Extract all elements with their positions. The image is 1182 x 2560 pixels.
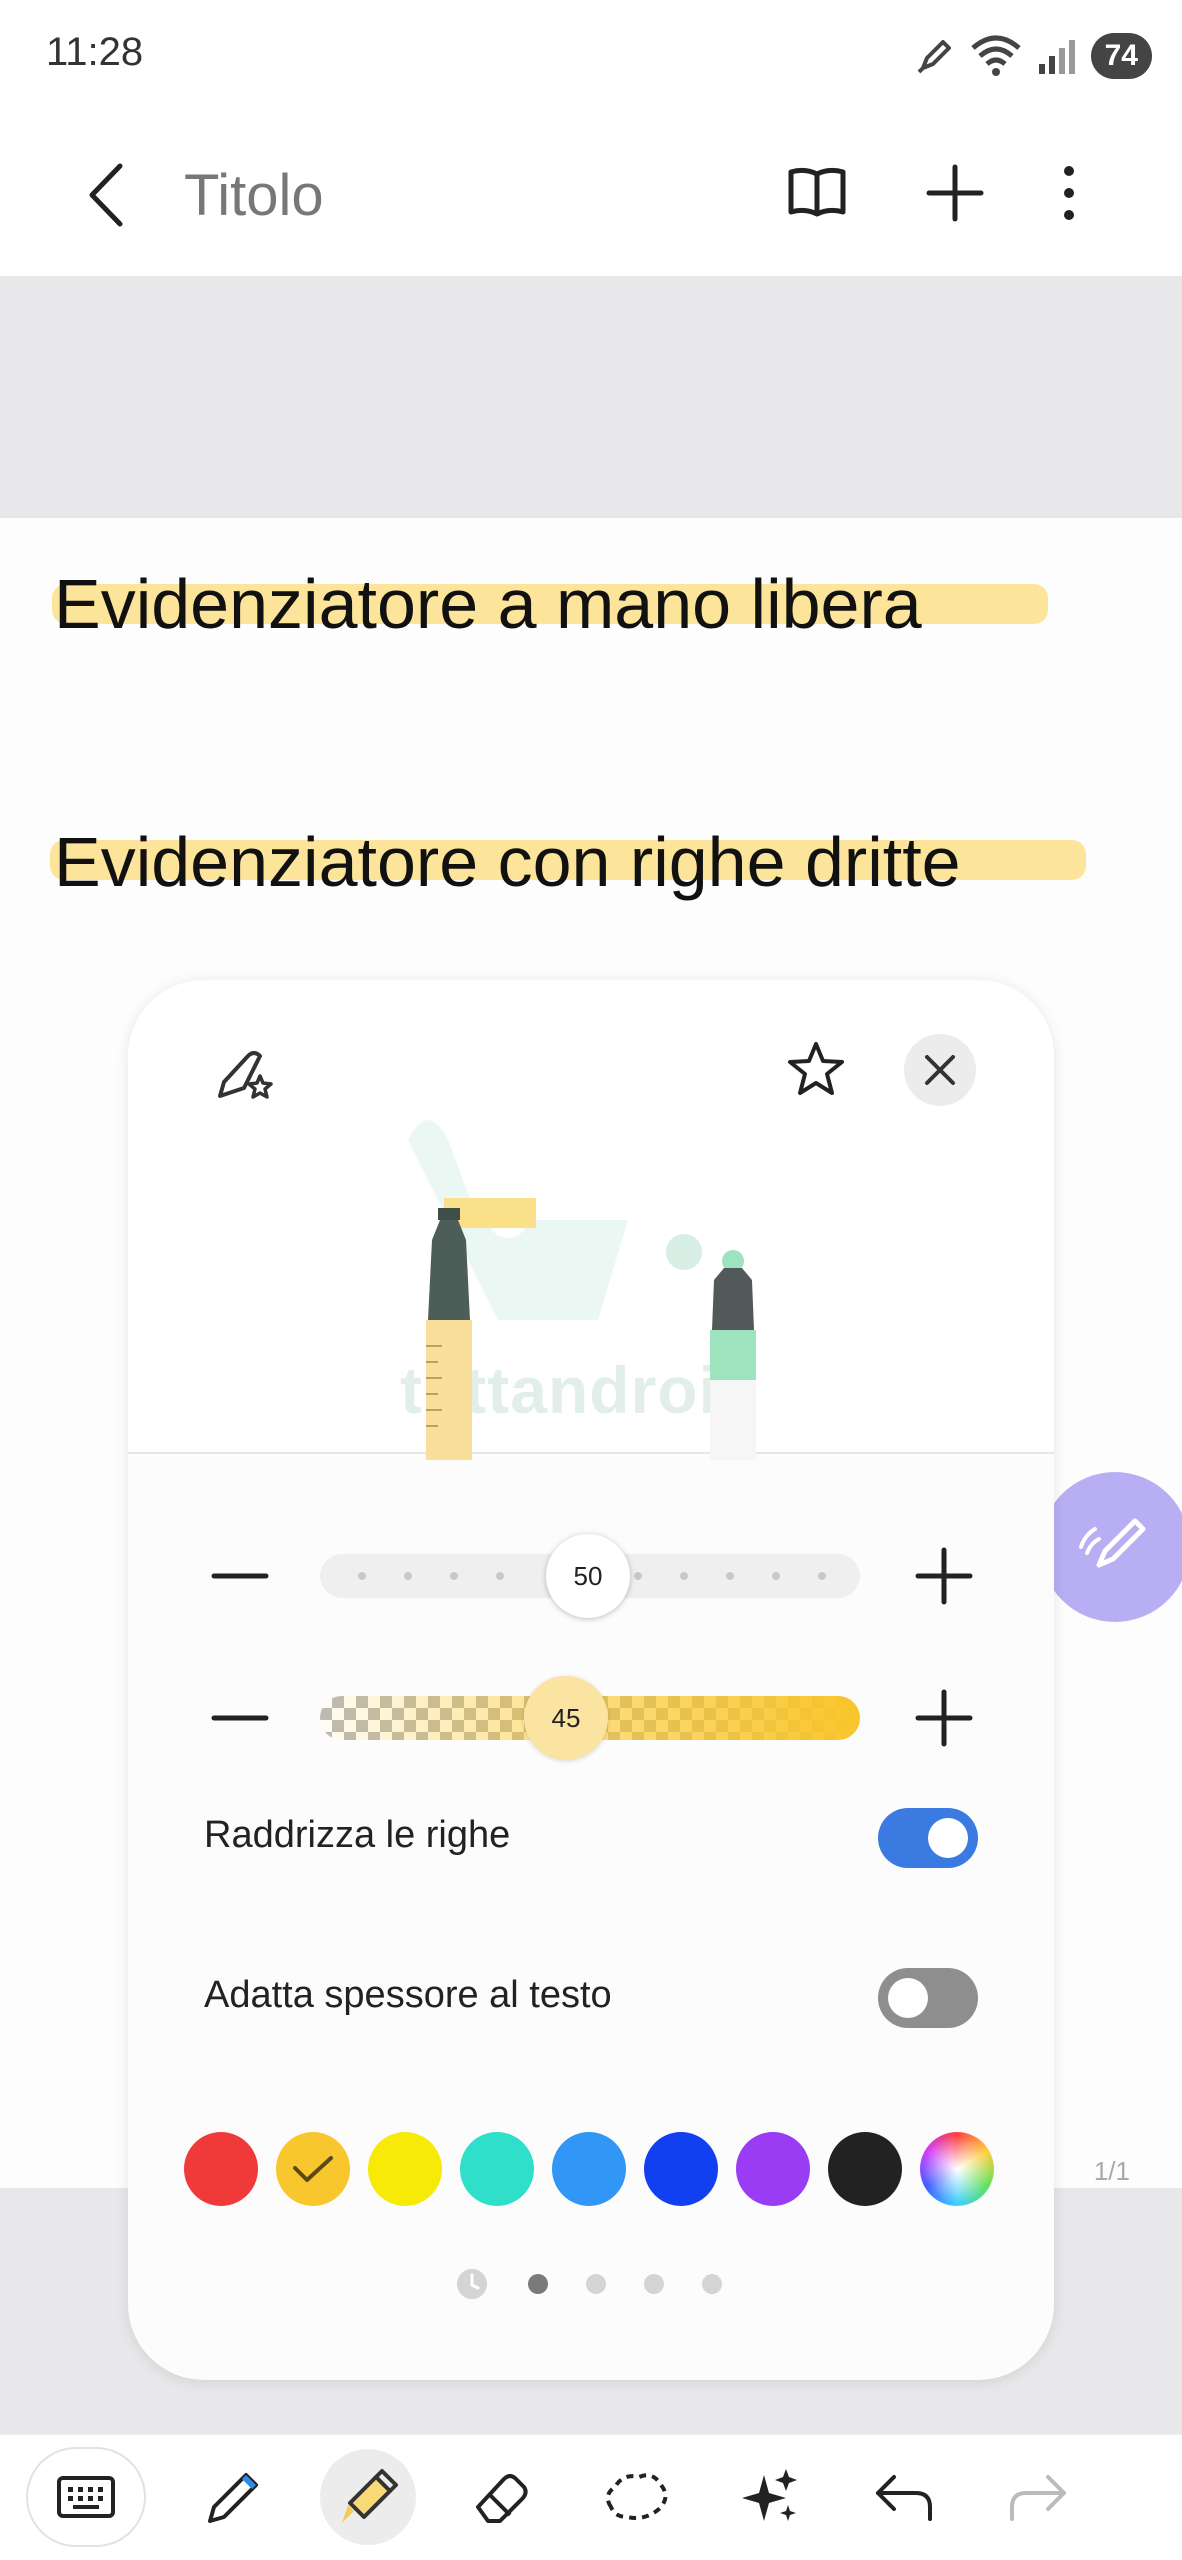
more-options-button[interactable] bbox=[1034, 158, 1104, 228]
eraser-tool-button[interactable] bbox=[454, 2449, 550, 2545]
color-swatch-purple[interactable] bbox=[736, 2132, 810, 2206]
marker-pen[interactable] bbox=[688, 1250, 778, 1460]
note-line-1: Evidenziatore a mano libera bbox=[54, 565, 922, 643]
plus-icon bbox=[926, 164, 984, 222]
undo-icon bbox=[876, 2475, 932, 2521]
fit-thickness-label: Adatta spessore al testo bbox=[204, 1974, 612, 2016]
lasso-icon bbox=[605, 2473, 668, 2520]
pen-write-icon bbox=[1079, 1518, 1146, 1568]
recent-colors-icon[interactable] bbox=[456, 2268, 488, 2300]
pen-preview-area: tuttandroid bbox=[128, 980, 1054, 1460]
note-title[interactable]: Titolo bbox=[184, 162, 324, 229]
highlighter-settings-panel: tuttandroid 50 45 Raddrizza le righe Ada… bbox=[128, 980, 1054, 2380]
battery-indicator: 74 bbox=[1090, 33, 1152, 79]
highlighter-pen[interactable] bbox=[398, 1180, 498, 1460]
slider-tick bbox=[404, 1572, 412, 1580]
straighten-lines-label: Raddrizza le righe bbox=[204, 1814, 511, 1856]
slider-tick bbox=[818, 1572, 826, 1580]
chevron-left-icon bbox=[89, 163, 123, 227]
back-button[interactable] bbox=[78, 160, 138, 230]
minus-icon bbox=[211, 1715, 269, 1721]
color-swatch-black[interactable] bbox=[828, 2132, 902, 2206]
status-bar: 11:28 74 bbox=[0, 0, 1182, 110]
opacity-decrease-button[interactable] bbox=[210, 1688, 270, 1748]
toggle-knob bbox=[888, 1978, 928, 2018]
pen-tool-button[interactable] bbox=[186, 2449, 282, 2545]
pen-icon bbox=[208, 2473, 258, 2523]
opacity-slider-row: 45 bbox=[128, 1668, 1054, 1768]
color-wheel-button[interactable] bbox=[920, 2132, 994, 2206]
toggle-knob bbox=[928, 1818, 968, 1858]
status-time: 11:28 bbox=[46, 30, 144, 74]
redo-icon bbox=[1010, 2475, 1066, 2521]
pager-dot[interactable] bbox=[702, 2274, 722, 2294]
ai-assist-button[interactable] bbox=[722, 2449, 818, 2545]
redo-button[interactable] bbox=[990, 2449, 1086, 2545]
add-button[interactable] bbox=[920, 158, 990, 228]
close-panel-button[interactable] bbox=[904, 1034, 976, 1106]
floating-pen-button[interactable] bbox=[1040, 1472, 1182, 1622]
pen-favorites-button[interactable] bbox=[208, 1036, 284, 1112]
page-indicator: 1/1 bbox=[1093, 2156, 1130, 2186]
slider-tick bbox=[496, 1572, 504, 1580]
keyboard-button[interactable] bbox=[26, 2447, 146, 2547]
note-header-band bbox=[0, 276, 1182, 518]
straighten-lines-toggle[interactable] bbox=[878, 1808, 978, 1868]
color-swatch-teal[interactable] bbox=[460, 2132, 534, 2206]
color-swatch-yellow[interactable] bbox=[368, 2132, 442, 2206]
palette-pager bbox=[128, 2268, 1054, 2300]
pager-dot-active[interactable] bbox=[528, 2274, 548, 2294]
status-icons: 74 bbox=[915, 30, 1152, 82]
color-swatch-blue[interactable] bbox=[644, 2132, 718, 2206]
close-icon bbox=[925, 1055, 955, 1085]
size-slider-row: 50 bbox=[128, 1526, 1054, 1626]
highlighter-tool-button[interactable] bbox=[320, 2449, 416, 2545]
color-swatch-sky-blue[interactable] bbox=[552, 2132, 626, 2206]
highlighter-icon bbox=[342, 2469, 398, 2523]
size-decrease-button[interactable] bbox=[210, 1546, 270, 1606]
pager-dot[interactable] bbox=[586, 2274, 606, 2294]
size-increase-button[interactable] bbox=[914, 1546, 974, 1606]
check-icon bbox=[293, 2156, 333, 2182]
color-swatch-red[interactable] bbox=[184, 2132, 258, 2206]
note-line-2: Evidenziatore con righe dritte bbox=[54, 823, 961, 901]
bottom-toolbar bbox=[0, 2434, 1182, 2560]
ai-sparkle-icon bbox=[742, 2469, 797, 2521]
undo-button[interactable] bbox=[856, 2449, 952, 2545]
color-swatch-amber[interactable] bbox=[276, 2132, 350, 2206]
star-icon bbox=[788, 1042, 844, 1095]
stylus-icon bbox=[917, 40, 951, 74]
size-slider-thumb[interactable]: 50 bbox=[546, 1534, 630, 1618]
opacity-slider-thumb[interactable]: 45 bbox=[524, 1676, 608, 1760]
pager-dot[interactable] bbox=[644, 2274, 664, 2294]
slider-tick bbox=[634, 1572, 642, 1580]
slider-tick bbox=[450, 1572, 458, 1580]
slider-tick bbox=[358, 1572, 366, 1580]
slider-tick bbox=[680, 1572, 688, 1580]
wifi-icon bbox=[970, 35, 1021, 76]
opacity-increase-button[interactable] bbox=[914, 1688, 974, 1748]
reading-mode-button[interactable] bbox=[782, 158, 852, 228]
fit-thickness-toggle[interactable] bbox=[878, 1968, 978, 2028]
eraser-icon bbox=[476, 2474, 528, 2523]
slider-tick bbox=[726, 1572, 734, 1580]
minus-icon bbox=[211, 1573, 269, 1579]
straighten-lines-option: Raddrizza le righe bbox=[204, 1792, 978, 1882]
more-vertical-icon bbox=[1064, 166, 1074, 220]
fit-thickness-option: Adatta spessore al testo bbox=[204, 1952, 978, 2042]
slider-tick bbox=[772, 1572, 780, 1580]
color-palette bbox=[184, 2132, 1014, 2208]
keyboard-icon bbox=[57, 2476, 115, 2518]
app-bar: Titolo bbox=[0, 110, 1182, 276]
favorite-button[interactable] bbox=[778, 1032, 854, 1108]
lasso-tool-button[interactable] bbox=[588, 2449, 684, 2545]
plus-icon bbox=[915, 1689, 973, 1747]
book-icon bbox=[788, 167, 846, 217]
plus-icon bbox=[915, 1547, 973, 1605]
pen-star-icon bbox=[218, 1051, 273, 1099]
signal-icon bbox=[1038, 40, 1075, 74]
